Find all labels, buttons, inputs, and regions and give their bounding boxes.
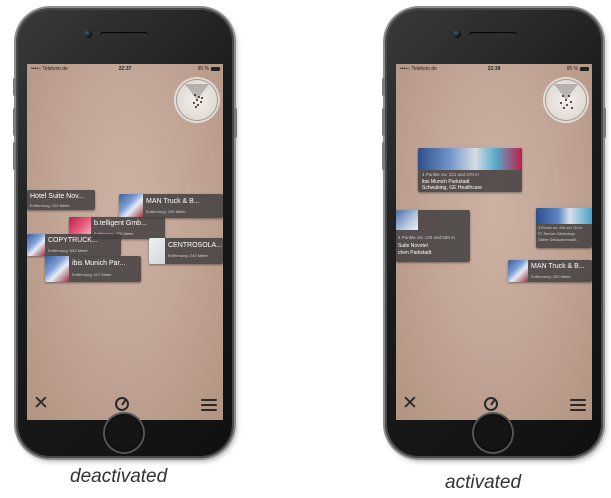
poi-thumbnail bbox=[27, 234, 45, 256]
left-phone: ••••○ Telekom.de 22:37 95 % Hotel Suite … bbox=[13, 8, 237, 458]
volume-up-button bbox=[13, 108, 16, 136]
poi-title: COPYTRUCK... bbox=[48, 237, 98, 244]
poi-cluster-line: Suite Novotel bbox=[398, 243, 428, 249]
home-button[interactable] bbox=[105, 414, 143, 452]
radar-dot bbox=[560, 102, 562, 104]
menu-icon[interactable] bbox=[201, 399, 217, 411]
poi-card[interactable]: COPYTRUCK... Entfernung: 632 Meter bbox=[27, 234, 121, 256]
radar-dot bbox=[201, 97, 203, 99]
ar-view-screen: ••••○ Telekom.de 22:39 95 % 4 Punkte zw. bbox=[396, 64, 592, 420]
radar-dot bbox=[194, 94, 196, 96]
radar-dot bbox=[196, 99, 198, 101]
earpiece-speaker bbox=[100, 32, 148, 37]
poi-cluster-card[interactable]: 4 Punkte zw. 121 und 270 m ibis Munich P… bbox=[418, 148, 522, 192]
menu-icon[interactable] bbox=[570, 399, 586, 411]
poi-thumbnail bbox=[45, 256, 69, 282]
volume-down-button bbox=[13, 142, 16, 170]
poi-title: CENTROSOLA... bbox=[168, 242, 223, 249]
home-button[interactable] bbox=[474, 414, 512, 452]
power-button bbox=[603, 108, 606, 138]
radar-dot bbox=[570, 101, 572, 103]
poi-card[interactable]: ibis Munich Par... Entfernung: 117 Meter bbox=[45, 256, 141, 282]
radar-dot bbox=[563, 107, 565, 109]
poi-thumbnail-strip bbox=[536, 208, 592, 224]
poi-card[interactable]: CENTROSOLA... Entfernung: 240 Meter bbox=[149, 238, 223, 264]
front-camera bbox=[84, 30, 92, 38]
volume-up-button bbox=[382, 108, 385, 136]
radar-dot bbox=[571, 107, 573, 109]
poi-title: ibis Munich Par... bbox=[72, 260, 126, 267]
poi-cluster-card[interactable]: 3 Punkte zw. 408 und 740 m PC Service Ge… bbox=[536, 208, 592, 248]
poi-cluster-line: Oldner Gebäudeverwaltl... bbox=[538, 238, 579, 242]
poi-thumbnail bbox=[508, 260, 528, 282]
poi-cluster-line: chen Parkstadt bbox=[398, 250, 432, 256]
poi-title: b.telligent Gmb... bbox=[94, 220, 147, 227]
poi-thumbnail bbox=[149, 238, 165, 264]
radar-dot bbox=[200, 101, 202, 103]
radar-widget[interactable] bbox=[177, 80, 217, 120]
poi-cluster-count: 3 Punkte zw. 408 und 740 m bbox=[538, 226, 583, 230]
caption-activated: activated bbox=[445, 472, 522, 493]
poi-distance: Entfernung: 240 Meter bbox=[168, 253, 208, 258]
radar-view-sector bbox=[185, 84, 209, 100]
status-bar: ••••○ Telekom.de 22:39 95 % bbox=[396, 64, 592, 75]
poi-title: Hotel Suite Nov... bbox=[30, 193, 84, 200]
mute-switch bbox=[382, 78, 385, 96]
poi-title: MAN Truck & B... bbox=[531, 263, 585, 270]
radar-dot bbox=[565, 99, 567, 101]
radar-dot bbox=[197, 104, 199, 106]
comparison-figure: ••••○ Telekom.de 22:37 95 % Hotel Suite … bbox=[0, 0, 611, 498]
close-icon[interactable]: ✕ bbox=[402, 394, 418, 413]
poi-cluster-card[interactable]: 4 Punkte zw. 133 und 606 m Suite Novotel… bbox=[396, 210, 470, 262]
radar-dot bbox=[562, 95, 564, 97]
radar-dot bbox=[568, 95, 570, 97]
front-camera bbox=[453, 30, 461, 38]
close-icon[interactable]: ✕ bbox=[33, 394, 49, 413]
poi-distance: Entfernung: 200 Meter bbox=[531, 274, 571, 279]
poi-cluster-line: Schwabing, GE Healthcare bbox=[422, 185, 483, 191]
caption-deactivated: deactivated bbox=[70, 466, 168, 487]
battery-percent: 95 % bbox=[566, 66, 578, 72]
poi-cluster-count: 4 Punkte zw. 121 und 270 m bbox=[422, 172, 479, 177]
poi-cluster-line: PC Service Gebäudege... bbox=[538, 232, 578, 236]
battery-icon bbox=[580, 67, 589, 71]
radar-view-sector bbox=[554, 84, 578, 100]
clock: 22:39 bbox=[487, 66, 501, 72]
poi-distance: Entfernung: 196 Meter bbox=[146, 209, 186, 214]
poi-title: MAN Truck & B... bbox=[146, 198, 200, 205]
power-button bbox=[234, 108, 237, 138]
clock: 22:37 bbox=[118, 66, 132, 72]
radar-widget[interactable] bbox=[546, 80, 586, 120]
radar-icon[interactable] bbox=[484, 397, 498, 411]
poi-cluster-count: 4 Punkte zw. 133 und 606 m bbox=[398, 235, 455, 240]
poi-distance: Entfernung: 129 Meter bbox=[30, 203, 70, 208]
radar-dot bbox=[195, 106, 197, 108]
poi-card[interactable]: Hotel Suite Nov... Entfernung: 129 Meter bbox=[27, 190, 95, 210]
poi-card[interactable]: MAN Truck & B... Entfernung: 196 Meter bbox=[119, 194, 223, 218]
poi-card[interactable]: MAN Truck & B... Entfernung: 200 Meter bbox=[508, 260, 592, 282]
mute-switch bbox=[13, 78, 16, 96]
ar-view-screen: ••••○ Telekom.de 22:37 95 % Hotel Suite … bbox=[27, 64, 223, 420]
earpiece-speaker bbox=[469, 32, 517, 37]
battery-icon bbox=[211, 67, 220, 71]
radar-icon[interactable] bbox=[115, 397, 129, 411]
radar-dot bbox=[566, 104, 568, 106]
radar-dot bbox=[193, 102, 195, 104]
battery-percent: 95 % bbox=[197, 66, 209, 72]
status-bar: ••••○ Telekom.de 22:37 95 % bbox=[27, 64, 223, 75]
poi-thumbnail bbox=[119, 194, 143, 218]
poi-thumbnail bbox=[396, 210, 418, 230]
volume-down-button bbox=[382, 142, 385, 170]
right-phone: ••••○ Telekom.de 22:39 95 % 4 Punkte zw. bbox=[382, 8, 606, 458]
poi-thumbnail-strip bbox=[418, 148, 522, 170]
poi-distance: Entfernung: 117 Meter bbox=[72, 272, 112, 277]
poi-distance: Entfernung: 632 Meter bbox=[48, 248, 88, 253]
radar-dot bbox=[198, 96, 200, 98]
